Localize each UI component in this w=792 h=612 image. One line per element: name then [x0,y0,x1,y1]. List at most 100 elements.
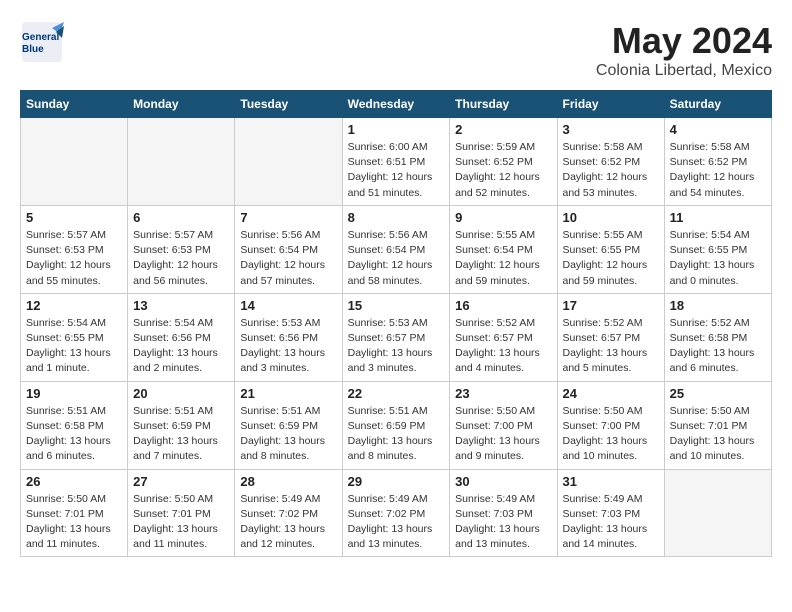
page-header: General Blue May 2024 Colonia Libertad, … [20,20,772,80]
day-number: 29 [348,474,445,489]
calendar-day-3: 3 Sunrise: 5:58 AM Sunset: 6:52 PM Daylig… [557,118,664,206]
day-info: Sunrise: 5:51 AM Sunset: 6:59 PM Dayligh… [240,404,336,465]
day-info: Sunrise: 5:52 AM Sunset: 6:57 PM Dayligh… [455,316,551,377]
day-info: Sunrise: 5:59 AM Sunset: 6:52 PM Dayligh… [455,140,551,201]
calendar-day-19: 19 Sunrise: 5:51 AM Sunset: 6:58 PM Dayli… [21,381,128,469]
calendar-day-16: 16 Sunrise: 5:52 AM Sunset: 6:57 PM Dayli… [450,293,557,381]
calendar-day-22: 22Sunrise: 5:51 AM Sunset: 6:59 PM Dayli… [342,381,450,469]
svg-text:General: General [22,32,59,43]
day-info: Sunrise: 5:58 AM Sunset: 6:52 PM Dayligh… [563,140,659,201]
weekday-header-friday: Friday [557,91,664,118]
calendar-day-15: 15 Sunrise: 5:53 AM Sunset: 6:57 PM Dayli… [342,293,450,381]
day-info: Sunrise: 5:50 AM Sunset: 7:01 PM Dayligh… [670,404,766,465]
calendar-day-7: 7 Sunrise: 5:56 AM Sunset: 6:54 PM Daylig… [235,205,342,293]
calendar-day-empty [128,118,235,206]
calendar-day-25: 25 Sunrise: 5:50 AM Sunset: 7:01 PM Dayli… [664,381,771,469]
calendar-day-28: 28 Sunrise: 5:49 AM Sunset: 7:02 PM Dayli… [235,469,342,557]
weekday-header-saturday: Saturday [664,91,771,118]
calendar-day-29: 29 Sunrise: 5:49 AM Sunset: 7:02 PM Dayli… [342,469,450,557]
calendar-day-empty [664,469,771,557]
calendar-week-2: 5 Sunrise: 5:57 AM Sunset: 6:53 PM Daylig… [21,205,772,293]
calendar-day-31: 31 Sunrise: 5:49 AM Sunset: 7:03 PM Dayli… [557,469,664,557]
day-info: Sunrise: 5:53 AM Sunset: 6:57 PM Dayligh… [348,316,445,377]
day-info: Sunrise: 5:49 AM Sunset: 7:02 PM Dayligh… [240,492,336,553]
weekday-header-sunday: Sunday [21,91,128,118]
day-number: 13 [133,298,229,313]
calendar-week-3: 12 Sunrise: 5:54 AM Sunset: 6:55 PM Dayli… [21,293,772,381]
day-number: 27 [133,474,229,489]
day-info: Sunrise: 5:49 AM Sunset: 7:02 PM Dayligh… [348,492,445,553]
calendar-day-17: 17Sunrise: 5:52 AM Sunset: 6:57 PM Dayli… [557,293,664,381]
day-number: 25 [670,386,766,401]
day-info: Sunrise: 5:56 AM Sunset: 6:54 PM Dayligh… [240,228,336,289]
logo: General Blue [20,20,64,64]
calendar-week-5: 26 Sunrise: 5:50 AM Sunset: 7:01 PM Dayli… [21,469,772,557]
day-info: Sunrise: 5:50 AM Sunset: 7:01 PM Dayligh… [133,492,229,553]
day-number: 23 [455,386,551,401]
calendar-day-6: 6 Sunrise: 5:57 AM Sunset: 6:53 PM Daylig… [128,205,235,293]
calendar-day-empty [235,118,342,206]
day-info: Sunrise: 5:53 AM Sunset: 6:56 PM Dayligh… [240,316,336,377]
calendar-day-11: 11 Sunrise: 5:54 AM Sunset: 6:55 PM Dayli… [664,205,771,293]
calendar-day-5: 5 Sunrise: 5:57 AM Sunset: 6:53 PM Daylig… [21,205,128,293]
day-info: Sunrise: 5:58 AM Sunset: 6:52 PM Dayligh… [670,140,766,201]
day-info: Sunrise: 5:51 AM Sunset: 6:59 PM Dayligh… [133,404,229,465]
month-title: May 2024 [596,20,772,62]
day-info: Sunrise: 5:49 AM Sunset: 7:03 PM Dayligh… [455,492,551,553]
day-number: 17 [563,298,659,313]
day-info: Sunrise: 5:55 AM Sunset: 6:55 PM Dayligh… [563,228,659,289]
calendar-day-24: 24 Sunrise: 5:50 AM Sunset: 7:00 PM Dayli… [557,381,664,469]
day-number: 14 [240,298,336,313]
calendar-day-2: 2Sunrise: 5:59 AM Sunset: 6:52 PM Daylig… [450,118,557,206]
logo-icon: General Blue [20,20,64,64]
day-number: 8 [348,210,445,225]
day-number: 28 [240,474,336,489]
day-number: 20 [133,386,229,401]
day-number: 11 [670,210,766,225]
calendar-day-9: 9 Sunrise: 5:55 AM Sunset: 6:54 PM Daylig… [450,205,557,293]
day-number: 24 [563,386,659,401]
day-number: 3 [563,122,659,137]
day-number: 10 [563,210,659,225]
day-info: Sunrise: 5:57 AM Sunset: 6:53 PM Dayligh… [26,228,122,289]
day-info: Sunrise: 5:57 AM Sunset: 6:53 PM Dayligh… [133,228,229,289]
day-info: Sunrise: 5:50 AM Sunset: 7:00 PM Dayligh… [563,404,659,465]
day-number: 9 [455,210,551,225]
day-info: Sunrise: 6:00 AM Sunset: 6:51 PM Dayligh… [348,140,445,201]
day-info: Sunrise: 5:51 AM Sunset: 6:59 PM Dayligh… [348,404,445,465]
day-info: Sunrise: 5:54 AM Sunset: 6:55 PM Dayligh… [670,228,766,289]
weekday-header-row: SundayMondayTuesdayWednesdayThursdayFrid… [21,91,772,118]
day-info: Sunrise: 5:51 AM Sunset: 6:58 PM Dayligh… [26,404,122,465]
day-info: Sunrise: 5:54 AM Sunset: 6:56 PM Dayligh… [133,316,229,377]
day-number: 31 [563,474,659,489]
calendar-day-4: 4Sunrise: 5:58 AM Sunset: 6:52 PM Daylig… [664,118,771,206]
day-number: 12 [26,298,122,313]
day-info: Sunrise: 5:54 AM Sunset: 6:55 PM Dayligh… [26,316,122,377]
day-info: Sunrise: 5:56 AM Sunset: 6:54 PM Dayligh… [348,228,445,289]
location-title: Colonia Libertad, Mexico [596,62,772,80]
calendar-day-8: 8 Sunrise: 5:56 AM Sunset: 6:54 PM Daylig… [342,205,450,293]
day-info: Sunrise: 5:49 AM Sunset: 7:03 PM Dayligh… [563,492,659,553]
calendar-day-26: 26 Sunrise: 5:50 AM Sunset: 7:01 PM Dayli… [21,469,128,557]
day-number: 7 [240,210,336,225]
svg-text:Blue: Blue [22,44,44,55]
calendar-day-1: 1 Sunrise: 6:00 AM Sunset: 6:51 PM Daylig… [342,118,450,206]
day-number: 16 [455,298,551,313]
day-info: Sunrise: 5:52 AM Sunset: 6:58 PM Dayligh… [670,316,766,377]
day-number: 19 [26,386,122,401]
day-number: 26 [26,474,122,489]
calendar-day-18: 18 Sunrise: 5:52 AM Sunset: 6:58 PM Dayli… [664,293,771,381]
calendar-day-21: 21 Sunrise: 5:51 AM Sunset: 6:59 PM Dayli… [235,381,342,469]
calendar-week-1: 1 Sunrise: 6:00 AM Sunset: 6:51 PM Daylig… [21,118,772,206]
day-number: 15 [348,298,445,313]
day-number: 6 [133,210,229,225]
day-number: 5 [26,210,122,225]
calendar-day-13: 13 Sunrise: 5:54 AM Sunset: 6:56 PM Dayli… [128,293,235,381]
weekday-header-tuesday: Tuesday [235,91,342,118]
day-number: 18 [670,298,766,313]
day-info: Sunrise: 5:50 AM Sunset: 7:01 PM Dayligh… [26,492,122,553]
day-number: 21 [240,386,336,401]
day-info: Sunrise: 5:55 AM Sunset: 6:54 PM Dayligh… [455,228,551,289]
day-number: 1 [348,122,445,137]
calendar-day-20: 20 Sunrise: 5:51 AM Sunset: 6:59 PM Dayli… [128,381,235,469]
